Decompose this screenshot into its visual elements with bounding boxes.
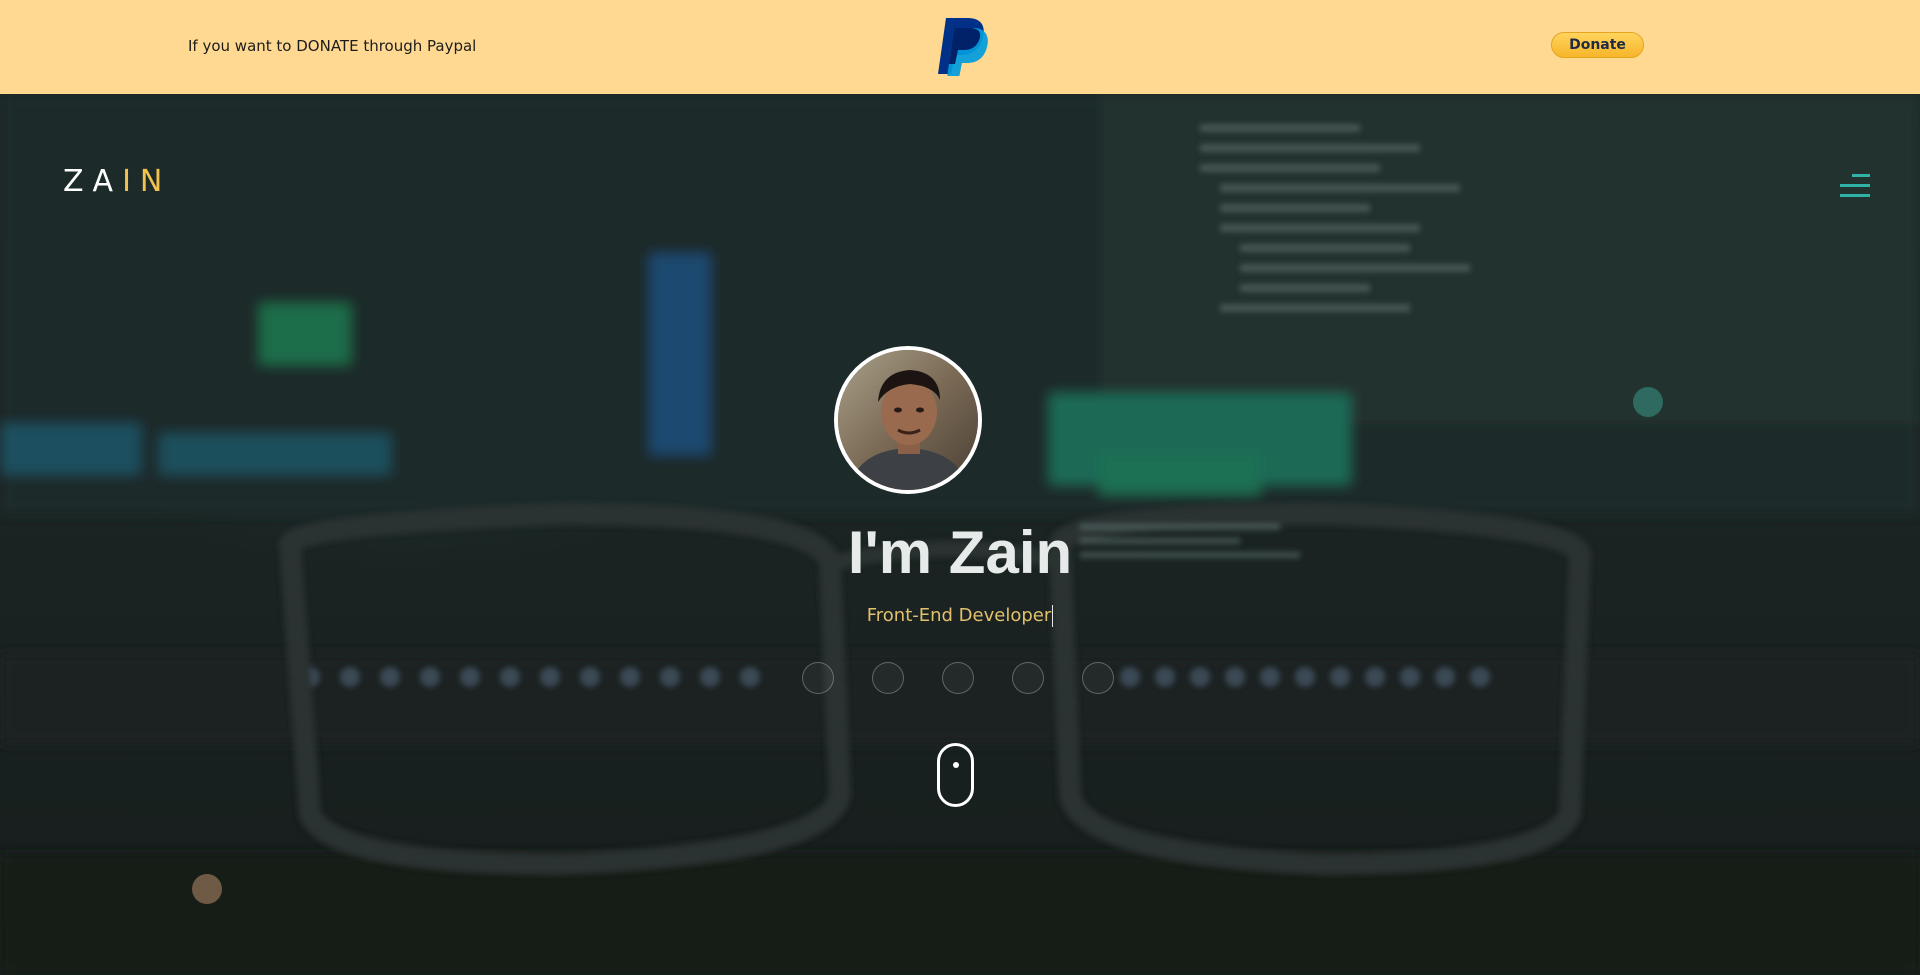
profile-avatar	[834, 346, 982, 494]
profile-photo	[838, 350, 978, 490]
social-links	[802, 662, 1114, 694]
hero-title: I'm Zain	[847, 519, 1073, 586]
hero-subtitle-text: Front-End Developer	[866, 605, 1052, 626]
logo-accent-text: IN	[122, 164, 172, 199]
social-icon-4[interactable]	[1012, 662, 1044, 694]
logo-text: ZA	[63, 164, 123, 199]
mouse-wheel	[953, 762, 959, 768]
hamburger-menu-icon[interactable]	[1836, 174, 1870, 202]
menu-line	[1852, 174, 1870, 177]
social-icon-1[interactable]	[802, 662, 834, 694]
mouse-scroll-icon[interactable]	[937, 743, 974, 807]
donate-banner: If you want to DONATE through Paypal Don…	[0, 0, 1920, 94]
typing-caret	[1052, 605, 1054, 627]
hero-subtitle: Front-End Developer	[760, 605, 1160, 627]
social-icon-5[interactable]	[1082, 662, 1114, 694]
social-icon-2[interactable]	[872, 662, 904, 694]
paypal-logo-icon	[934, 10, 992, 78]
decorative-dot	[1633, 387, 1663, 417]
decorative-dot	[192, 874, 222, 904]
site-logo[interactable]: ZAIN	[63, 164, 171, 199]
menu-line	[1840, 184, 1870, 187]
menu-line	[1840, 194, 1870, 197]
donate-message: If you want to DONATE through Paypal	[188, 37, 477, 55]
donate-button[interactable]: Donate	[1551, 32, 1644, 58]
hero-section: ZAIN I'm Zain Front-End Developer	[0, 94, 1920, 975]
social-icon-3[interactable]	[942, 662, 974, 694]
